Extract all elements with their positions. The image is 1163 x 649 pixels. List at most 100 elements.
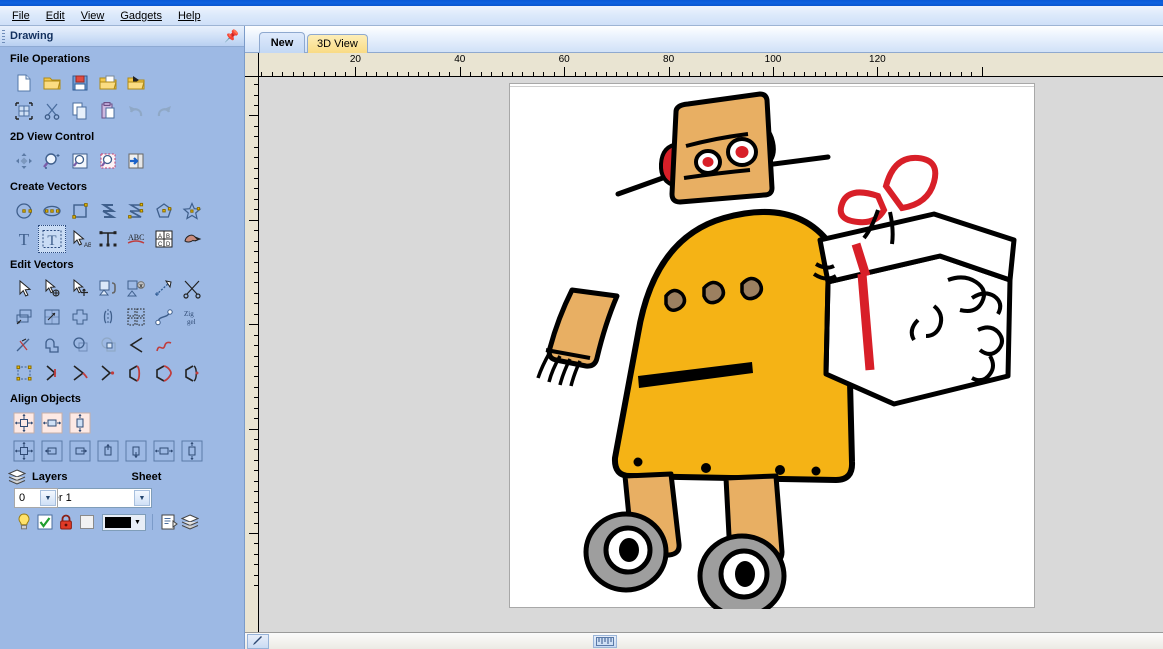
text-select-icon[interactable]: AB — [66, 225, 94, 253]
align-all-icon[interactable] — [10, 437, 38, 465]
vertical-ruler[interactable]: 80 60 40 20 0 — [245, 77, 259, 632]
fillet-corner-icon[interactable] — [38, 303, 66, 331]
node-box-icon[interactable] — [10, 359, 38, 387]
layer-visible-bulb-icon[interactable] — [14, 512, 34, 532]
align-middle-vert-icon[interactable] — [178, 437, 206, 465]
menu-gadgets[interactable]: Gadgets — [113, 9, 171, 23]
split-shape-icon[interactable] — [178, 359, 206, 387]
ruler-icon[interactable] — [593, 634, 617, 648]
drawing-sheet[interactable] — [509, 83, 1036, 609]
paste-clipboard-icon[interactable] — [94, 97, 122, 125]
rectangle-tool-icon[interactable] — [66, 197, 94, 225]
pan-move-icon[interactable] — [10, 147, 38, 175]
insert-node-end-icon[interactable] — [94, 359, 122, 387]
align-center-horiz-icon[interactable] — [38, 409, 66, 437]
zoom-in-icon[interactable] — [38, 147, 66, 175]
layer-select-chevron-down-icon[interactable]: ▼ — [134, 490, 150, 506]
align-middle-horiz-icon[interactable] — [150, 437, 178, 465]
offset-vectors-icon[interactable] — [10, 303, 38, 331]
trim-icon[interactable] — [10, 331, 38, 359]
pen-tool-icon[interactable] — [247, 633, 269, 649]
tab-new[interactable]: New — [259, 32, 305, 53]
open-shape-icon[interactable] — [150, 359, 178, 387]
align-center-icon[interactable] — [66, 303, 94, 331]
layer-color-chevron-down-icon[interactable]: ▼ — [134, 519, 141, 526]
align-bottom-icon[interactable] — [122, 437, 150, 465]
select-arrow-icon[interactable] — [10, 275, 38, 303]
align-center-vert-icon[interactable] — [66, 409, 94, 437]
align-top-icon[interactable] — [94, 437, 122, 465]
menu-file[interactable]: File — [5, 9, 39, 23]
sheet-select-chevron-down-icon[interactable]: ▼ — [40, 490, 56, 506]
undo-arrow-icon[interactable] — [122, 97, 150, 125]
layer-active-check-icon[interactable] — [35, 512, 55, 532]
auto-hide-pin-icon[interactable]: 📌 — [224, 30, 239, 42]
edit-vectors-row-2: Zig gel — [0, 303, 244, 331]
character-map-icon[interactable]: ABCD — [150, 225, 178, 253]
text-arc-icon[interactable]: ABC — [122, 225, 150, 253]
align-right-icon[interactable] — [66, 437, 94, 465]
redo-arrow-icon[interactable] — [150, 97, 178, 125]
move-nodes-icon[interactable] — [66, 275, 94, 303]
text-box-tool-icon[interactable]: T — [38, 225, 66, 253]
array-copy-icon[interactable] — [122, 303, 150, 331]
measure-line-icon[interactable] — [150, 275, 178, 303]
tab-3d-view[interactable]: 3D View — [307, 34, 368, 53]
new-file-icon[interactable] — [10, 69, 38, 97]
svg-text:T: T — [47, 233, 56, 249]
zoom-selection-icon[interactable] — [94, 147, 122, 175]
layer-color-swatch — [105, 516, 131, 528]
layer-lock-icon[interactable] — [56, 512, 76, 532]
layer-merge-icon[interactable] — [180, 512, 200, 532]
ellipse-tool-icon[interactable] — [38, 197, 66, 225]
weld-subtract-icon[interactable] — [66, 331, 94, 359]
star-tool-icon[interactable] — [178, 197, 206, 225]
layer-fill-swatch-icon[interactable] — [77, 512, 97, 532]
scissors-cut-icon[interactable] — [178, 275, 206, 303]
align-objects-row-1 — [0, 409, 244, 437]
menu-help[interactable]: Help — [171, 9, 210, 23]
sheet-select[interactable]: 0 ▼ — [14, 488, 58, 508]
menu-edit[interactable]: Edit — [39, 9, 74, 23]
cut-scissors-icon[interactable] — [38, 97, 66, 125]
polygon-tool-icon[interactable] — [150, 197, 178, 225]
align-center-both-icon[interactable] — [10, 409, 38, 437]
weld-union-icon[interactable] — [38, 331, 66, 359]
import-vector-icon[interactable] — [122, 69, 150, 97]
copy-pages-icon[interactable] — [66, 97, 94, 125]
drawing-canvas[interactable] — [259, 77, 1163, 632]
ruler-corner[interactable] — [245, 53, 259, 77]
angle-corner-icon[interactable] — [122, 331, 150, 359]
align-left-icon[interactable] — [38, 437, 66, 465]
node-edit-icon[interactable] — [38, 275, 66, 303]
trace-bitmap-icon[interactable] — [178, 225, 206, 253]
node-curve-icon[interactable] — [150, 303, 178, 331]
zoom-to-page-icon[interactable] — [122, 147, 150, 175]
open-recent-icon[interactable] — [94, 69, 122, 97]
zigzag-icon[interactable]: Zig gel — [178, 303, 206, 331]
sheet-select-value: 0 — [19, 492, 26, 504]
text-tool-icon[interactable]: T — [10, 225, 38, 253]
save-disk-icon[interactable] — [66, 69, 94, 97]
menu-view[interactable]: View — [74, 9, 114, 23]
layer-properties-icon[interactable] — [159, 512, 179, 532]
text-on-curve-icon[interactable] — [94, 225, 122, 253]
close-vector-icon[interactable]: x — [122, 275, 150, 303]
robot-holding-gift-drawing[interactable] — [510, 84, 1036, 609]
select-all-grid-icon[interactable] — [10, 97, 38, 125]
file-operations-row-2 — [0, 97, 244, 125]
open-folder-icon[interactable] — [38, 69, 66, 97]
curve-tool-icon[interactable] — [122, 197, 150, 225]
weld-intersect-icon[interactable] — [94, 331, 122, 359]
layer-color-dropdown[interactable]: ▼ — [102, 513, 146, 531]
close-shape-icon[interactable] — [122, 359, 150, 387]
horizontal-ruler[interactable]: 020406080100120 — [259, 53, 1163, 77]
insert-node-start-icon[interactable] — [38, 359, 66, 387]
polyline-tool-icon[interactable] — [94, 197, 122, 225]
zoom-extents-icon[interactable] — [66, 147, 94, 175]
join-vectors-icon[interactable] — [94, 275, 122, 303]
circle-tool-icon[interactable] — [10, 197, 38, 225]
smooth-curve-icon[interactable] — [150, 331, 178, 359]
mirror-icon[interactable] — [94, 303, 122, 331]
insert-node-mid-icon[interactable] — [66, 359, 94, 387]
